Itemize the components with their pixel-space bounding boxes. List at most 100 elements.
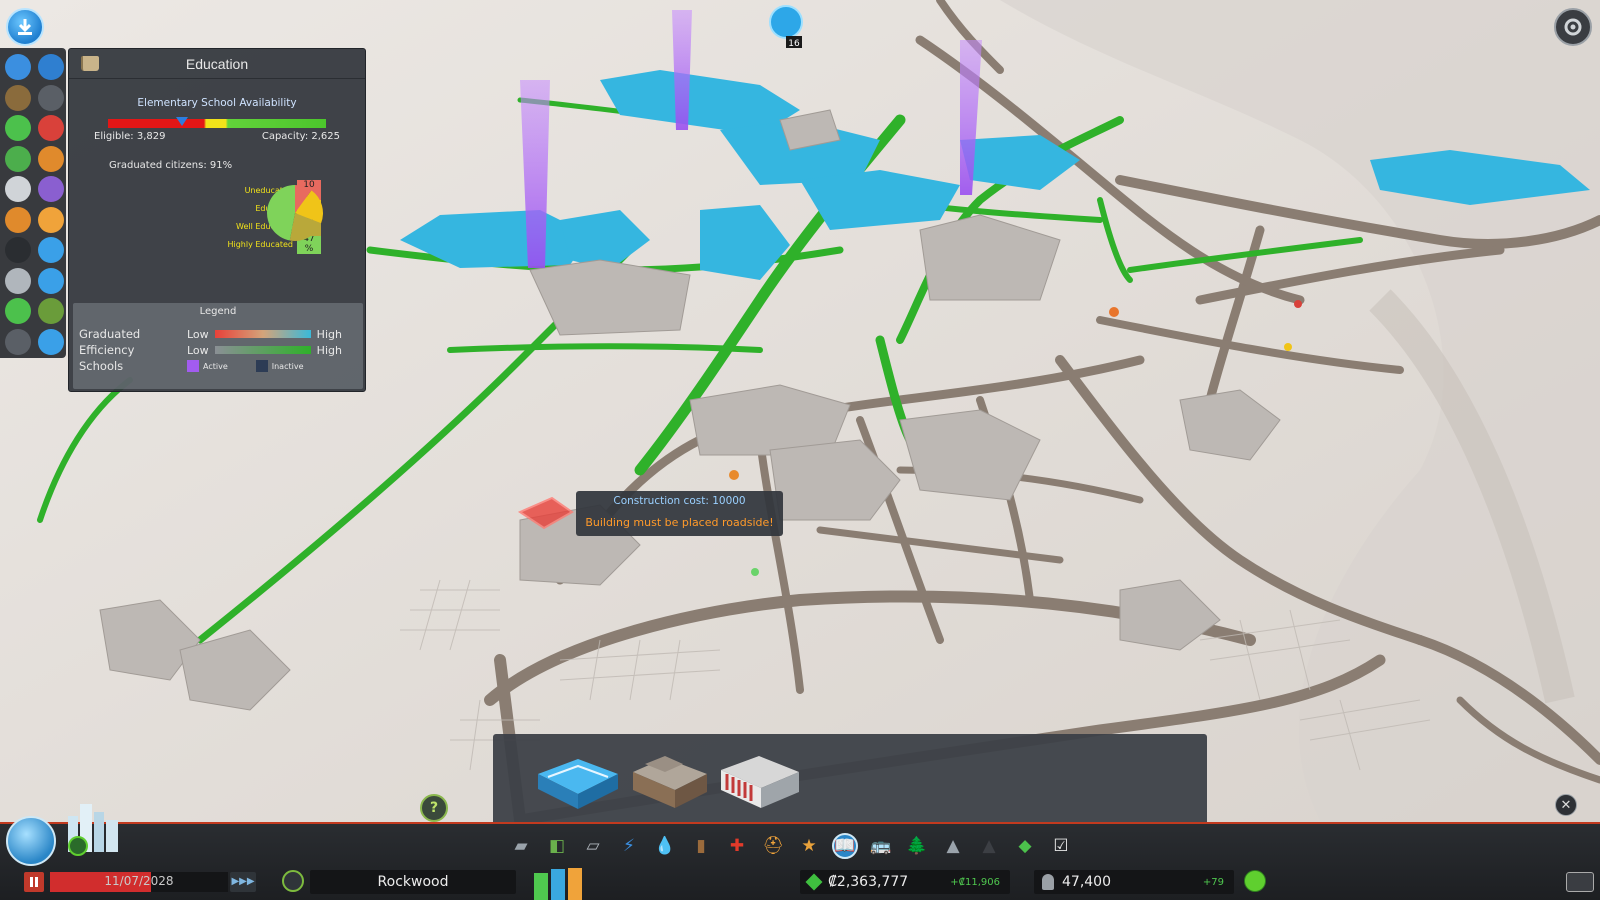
legend-active-label: Active (203, 361, 228, 371)
wonders-icon[interactable]: ▲ (976, 833, 1002, 859)
unlock-milestones-icon[interactable] (6, 8, 44, 46)
population-delta: +79 (1202, 877, 1224, 888)
resources-icon[interactable] (38, 298, 64, 324)
placement-tooltip: Construction cost: 10000 Building must b… (576, 491, 783, 536)
economy-icon[interactable] (5, 298, 31, 324)
close-icon[interactable]: ✕ (1555, 794, 1577, 816)
education-pie-chart (266, 185, 323, 241)
city-name[interactable]: Rockwood (310, 870, 516, 894)
education-icon[interactable]: 📖 (832, 833, 858, 859)
construction-cost: Construction cost: 10000 (613, 495, 746, 507)
population-count: 47,400 (1062, 874, 1111, 890)
infoview-toolbar (0, 48, 66, 358)
rci-demand-bars (534, 866, 586, 900)
date-text: 11/07/2028 (104, 874, 174, 888)
legend-efficiency-label: Efficiency (79, 343, 135, 357)
money-amount: ₡2,363,777 (828, 874, 909, 890)
roads-icon[interactable]: ▰ (508, 833, 534, 859)
police-icon[interactable]: ★ (796, 833, 822, 859)
legend-graduated-label: Graduated (79, 327, 141, 341)
wind-icon[interactable] (38, 267, 64, 294)
eligible-count: Eligible: 3,829 (94, 131, 166, 142)
chat-bubble-icon[interactable] (1566, 872, 1594, 892)
university-asset[interactable] (715, 744, 805, 814)
milestone-globe-icon (769, 5, 803, 39)
service-marker (729, 470, 739, 480)
noise-icon[interactable] (38, 145, 64, 172)
service-tool-row: ▰ ◧ ▱ ⚡ 💧 ▮ ✚ ⛑ ★ 📖 🚌 🌲 ▲ ▲ ◆ ☑ (508, 830, 1084, 862)
education-icon[interactable] (5, 237, 31, 263)
help-icon[interactable]: ? (420, 794, 448, 822)
electricity-icon[interactable] (5, 54, 31, 80)
fire-department-icon[interactable]: ⛑ (760, 833, 786, 859)
rci-residential-bar (534, 872, 548, 900)
crime-icon[interactable] (38, 176, 64, 202)
public-transport-icon[interactable]: 🚌 (868, 833, 894, 859)
high-school-asset[interactable] (625, 744, 715, 814)
efficiency-gradient (214, 346, 311, 354)
beautification-icon[interactable]: 🌲 (904, 833, 930, 859)
healthcare-icon[interactable]: ✚ (724, 833, 750, 859)
electricity-icon[interactable]: ⚡ (616, 833, 642, 859)
traffic-icon[interactable] (5, 176, 31, 202)
settings-gear-icon[interactable] (1554, 8, 1592, 46)
rci-commercial-bar (551, 869, 565, 900)
legend-title: Legend (199, 306, 237, 317)
district-icon[interactable] (5, 328, 31, 355)
money-display[interactable]: ₡2,363,777 +₡11,906 (800, 870, 1010, 894)
city-info-icon[interactable] (60, 798, 126, 858)
placement-warning: Building must be placed roadside! (585, 516, 774, 529)
police-icon[interactable] (38, 206, 64, 233)
legend-row-efficiency: Efficiency Low High (79, 343, 357, 357)
money-icon (805, 873, 823, 891)
availability-marker-icon (176, 117, 189, 126)
legend: Legend Graduated Low High Efficiency Low… (73, 303, 363, 389)
legend-row-schools: Schools Active Inactive (79, 359, 357, 373)
inactive-swatch (255, 360, 268, 372)
water-icon[interactable] (38, 54, 64, 80)
population-display[interactable]: 47,400 +79 (1034, 870, 1234, 894)
legend-high-label: High (316, 327, 342, 341)
landvalue-icon[interactable] (5, 145, 31, 172)
weekly-income: +₡11,906 (950, 877, 1000, 888)
water-icon[interactable]: 💧 (652, 833, 678, 859)
garbage-icon[interactable]: ▮ (688, 833, 714, 859)
districts-icon[interactable]: ▱ (580, 833, 606, 859)
education-breakdown: Highly Educated47 %Well Educated22 %Educ… (69, 180, 365, 261)
service-marker (1294, 300, 1302, 308)
pause-icon[interactable] (24, 872, 44, 892)
population-icon[interactable] (5, 267, 31, 294)
freecamera-globe-icon[interactable] (6, 816, 56, 866)
rci-industrial-bar (568, 867, 582, 900)
elementary-school-asset[interactable] (533, 744, 623, 814)
chirper-icon[interactable] (282, 870, 304, 892)
zoning-icon[interactable]: ◧ (544, 833, 570, 859)
monuments-icon[interactable]: ▲ (940, 833, 966, 859)
happiness-icon[interactable] (1244, 870, 1266, 892)
active-swatch (187, 360, 199, 372)
public-transport-icon[interactable] (38, 237, 64, 263)
legend-row-graduated: Graduated Low High (79, 327, 357, 341)
capacity-count: Capacity: 2,625 (261, 131, 340, 142)
time-icon[interactable] (38, 328, 64, 355)
panel-header: Education (69, 49, 365, 79)
availability-title: Elementary School Availability (137, 97, 297, 109)
money-icon[interactable]: ◆ (1012, 833, 1038, 859)
service-marker (1284, 343, 1292, 351)
fire-icon[interactable] (5, 206, 31, 233)
legend-low-label: Low (187, 327, 209, 341)
book-icon (81, 56, 99, 71)
population-icon (1042, 874, 1054, 890)
speed-icon[interactable]: ▶▶▶ (230, 872, 256, 892)
date-display: 11/07/2028 (50, 872, 228, 892)
health-icon[interactable] (38, 115, 64, 141)
education-infoview-panel: Education Elementary School Availability… (68, 48, 366, 392)
graduated-gradient (214, 330, 311, 338)
happiness-icon[interactable] (5, 115, 31, 141)
policies-icon[interactable]: ☑ (1048, 833, 1074, 859)
education-asset-panel (493, 734, 1207, 822)
main-toolbar: ▰ ◧ ▱ ⚡ 💧 ▮ ✚ ⛑ ★ 📖 🚌 🌲 ▲ ▲ ◆ ☑ 11/07/2028 ▶▶▶ Rockwood… (0, 804, 1600, 900)
legend-high-label: High (316, 343, 342, 357)
pollution-icon[interactable] (38, 84, 64, 111)
garbage-icon[interactable] (5, 84, 31, 111)
